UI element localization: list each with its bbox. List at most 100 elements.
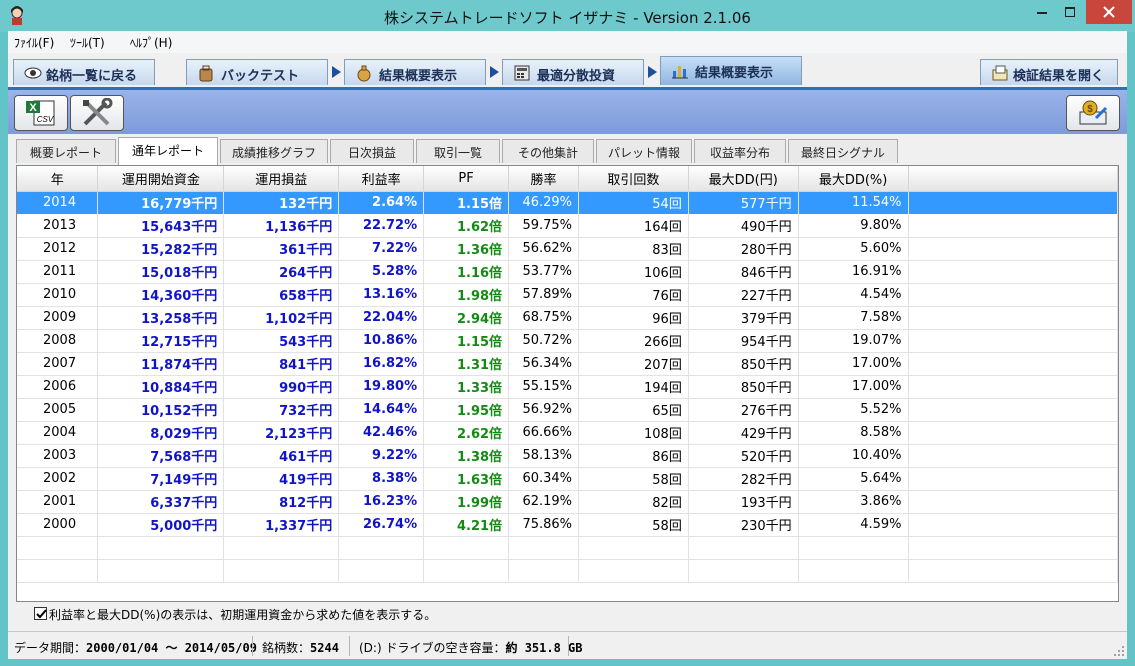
tab-performance-graph[interactable]: 成績推移グラフ: [220, 139, 328, 163]
svg-text:$: $: [1087, 104, 1093, 115]
table-cell: 16.82%: [338, 352, 425, 376]
table-cell: 7,568千円: [97, 444, 225, 468]
table-cell: 194回: [578, 375, 689, 399]
column-header[interactable]: 勝率: [508, 166, 580, 192]
table-cell: 850千円: [688, 375, 799, 399]
table-cell: 1.95倍: [423, 398, 510, 422]
table-cell: 2003: [17, 444, 99, 468]
filler-cell: [908, 559, 1119, 583]
table-cell: 230千円: [688, 513, 799, 537]
table-cell: 520千円: [688, 444, 799, 468]
step-final-summary-label: 結果概要表示: [695, 66, 774, 81]
report-tabs: 概要レポート 通年レポート 成績推移グラフ 日次損益 取引一覧 その他集計 パレ…: [8, 134, 1127, 165]
column-header[interactable]: 取引回数: [578, 166, 689, 192]
table-row[interactable]: [17, 536, 1119, 560]
tab-other-stats[interactable]: その他集計: [502, 139, 594, 163]
export-results-button[interactable]: $: [1066, 95, 1120, 131]
column-header[interactable]: 運用開始資金: [97, 166, 225, 192]
table-cell: [508, 536, 580, 560]
minimize-icon: [1037, 12, 1047, 14]
step-optimal-diversification[interactable]: 最適分散投資: [502, 59, 644, 85]
maximize-button[interactable]: [1056, 0, 1084, 24]
table-cell: 66.66%: [508, 421, 580, 445]
close-button[interactable]: [1086, 0, 1132, 24]
table-cell: 5,000千円: [97, 513, 225, 537]
menu-tools[interactable]: ﾂｰﾙ(T): [70, 34, 105, 51]
table-row[interactable]: 2011 15,018千円 264千円 5.28% 1.16倍 53.77% 106回 846…: [17, 260, 1119, 284]
table-row[interactable]: 2005 10,152千円 732千円 14.64% 1.95倍 56.92% 65回 276…: [17, 398, 1119, 422]
column-header[interactable]: PF: [423, 166, 510, 192]
table-row[interactable]: 2007 11,874千円 841千円 16.82% 1.31倍 56.34% 207回 85…: [17, 352, 1119, 376]
step-result-summary-label: 結果概要表示: [379, 69, 458, 84]
table-row[interactable]: 2008 12,715千円 543千円 10.86% 1.15倍 50.72% 266回 95…: [17, 329, 1119, 353]
table-cell: 16,779千円: [97, 191, 225, 215]
menu-file[interactable]: ﾌｧｲﾙ(F): [14, 34, 54, 51]
table-cell: 1.16倍: [423, 260, 510, 284]
table-cell: 732千円: [223, 398, 340, 422]
table-cell: 55.15%: [508, 375, 580, 399]
table-cell: 266回: [578, 329, 689, 353]
column-header[interactable]: 運用損益: [223, 166, 340, 192]
table-cell: [688, 536, 799, 560]
table-cell: 264千円: [223, 260, 340, 284]
table-cell: 954千円: [688, 329, 799, 353]
step-optimal-label: 最適分散投資: [537, 69, 616, 84]
table-row[interactable]: [17, 559, 1119, 583]
table-cell: 1.98倍: [423, 283, 510, 307]
table-cell: 106回: [578, 260, 689, 284]
filler-cell: [908, 352, 1119, 376]
table-cell: 10.86%: [338, 329, 425, 353]
table-cell: 1.63倍: [423, 467, 510, 491]
column-header[interactable]: 最大DD(円): [688, 166, 799, 192]
step-backtest[interactable]: バックテスト: [186, 59, 328, 85]
minimize-button[interactable]: [1028, 0, 1056, 24]
open-results-label: 検証結果を開く: [1013, 69, 1105, 84]
table-cell: 2006: [17, 375, 99, 399]
tab-palette-info[interactable]: パレット情報: [596, 139, 692, 163]
table-cell: 8,029千円: [97, 421, 225, 445]
table-cell: 16.91%: [798, 260, 909, 284]
initial-capital-checkbox-label[interactable]: 利益率と最大DD(%)の表示は、初期運用資金から求めた値を表示する。: [49, 606, 436, 623]
table-cell: 1,337千円: [223, 513, 340, 537]
table-row[interactable]: 2006 10,884千円 990千円 19.80% 1.33倍 55.15% 194回 85…: [17, 375, 1119, 399]
annual-report-grid[interactable]: 年 運用開始資金 運用損益 利益率 PF 勝率 取引回数 最大DD(円) 最大D…: [16, 165, 1119, 602]
table-cell: 379千円: [688, 306, 799, 330]
table-row[interactable]: 2010 14,360千円 658千円 13.16% 1.98倍 57.89% 76回 227…: [17, 283, 1119, 307]
tab-daily-pnl[interactable]: 日次損益: [330, 139, 414, 163]
open-results-button[interactable]: 検証結果を開く: [980, 59, 1118, 85]
back-to-list-button[interactable]: 銘柄一覧に戻る: [13, 59, 155, 85]
resize-grip-icon[interactable]: [1113, 645, 1125, 657]
table-row[interactable]: 2014 16,779千円 132千円 2.64% 1.15倍 46.29% 54回 577千…: [17, 191, 1119, 215]
table-cell: 56.92%: [508, 398, 580, 422]
table-cell: 15,643千円: [97, 214, 225, 238]
step-result-summary[interactable]: 結果概要表示: [344, 59, 486, 85]
menu-help[interactable]: ﾍﾙﾌﾟ(H): [130, 34, 172, 51]
export-csv-button[interactable]: X CSV: [14, 95, 68, 131]
tab-trade-list[interactable]: 取引一覧: [416, 139, 500, 163]
table-row[interactable]: 2012 15,282千円 361千円 7.22% 1.36倍 56.62% 83回 280千…: [17, 237, 1119, 261]
table-row[interactable]: 2013 15,643千円 1,136千円 22.72% 1.62倍 59.75% 164回…: [17, 214, 1119, 238]
column-header[interactable]: 利益率: [338, 166, 425, 192]
column-header[interactable]: 最大DD(%): [798, 166, 909, 192]
tab-return-distribution[interactable]: 収益率分布: [694, 139, 786, 163]
filler-cell: [908, 421, 1119, 445]
table-row[interactable]: 2001 6,337千円 812千円 16.23% 1.99倍 62.19% 82回 193千…: [17, 490, 1119, 514]
table-cell: 658千円: [223, 283, 340, 307]
tools-button[interactable]: [70, 95, 124, 131]
open-document-icon: [992, 65, 1008, 81]
table-row[interactable]: 2003 7,568千円 461千円 9.22% 1.38倍 58.13% 86回 520千円…: [17, 444, 1119, 468]
table-cell: 5.52%: [798, 398, 909, 422]
tab-summary-report[interactable]: 概要レポート: [16, 139, 116, 163]
table-cell: [97, 536, 225, 560]
table-cell: 15,282千円: [97, 237, 225, 261]
tab-final-day-signal[interactable]: 最終日シグナル: [788, 139, 898, 163]
column-header[interactable]: 年: [17, 166, 99, 192]
step-final-summary[interactable]: 結果概要表示: [660, 56, 802, 85]
tab-annual-report[interactable]: 通年レポート: [118, 137, 218, 165]
table-row[interactable]: 2002 7,149千円 419千円 8.38% 1.63倍 60.34% 58回 282千円…: [17, 467, 1119, 491]
initial-capital-checkbox[interactable]: [34, 607, 47, 620]
table-cell: 56.62%: [508, 237, 580, 261]
table-row[interactable]: 2000 5,000千円 1,337千円 26.74% 4.21倍 75.86% 58回 23…: [17, 513, 1119, 537]
table-row[interactable]: 2004 8,029千円 2,123千円 42.46% 2.62倍 66.66% 108回 4…: [17, 421, 1119, 445]
table-row[interactable]: 2009 13,258千円 1,102千円 22.04% 2.94倍 68.75% 96回 3…: [17, 306, 1119, 330]
